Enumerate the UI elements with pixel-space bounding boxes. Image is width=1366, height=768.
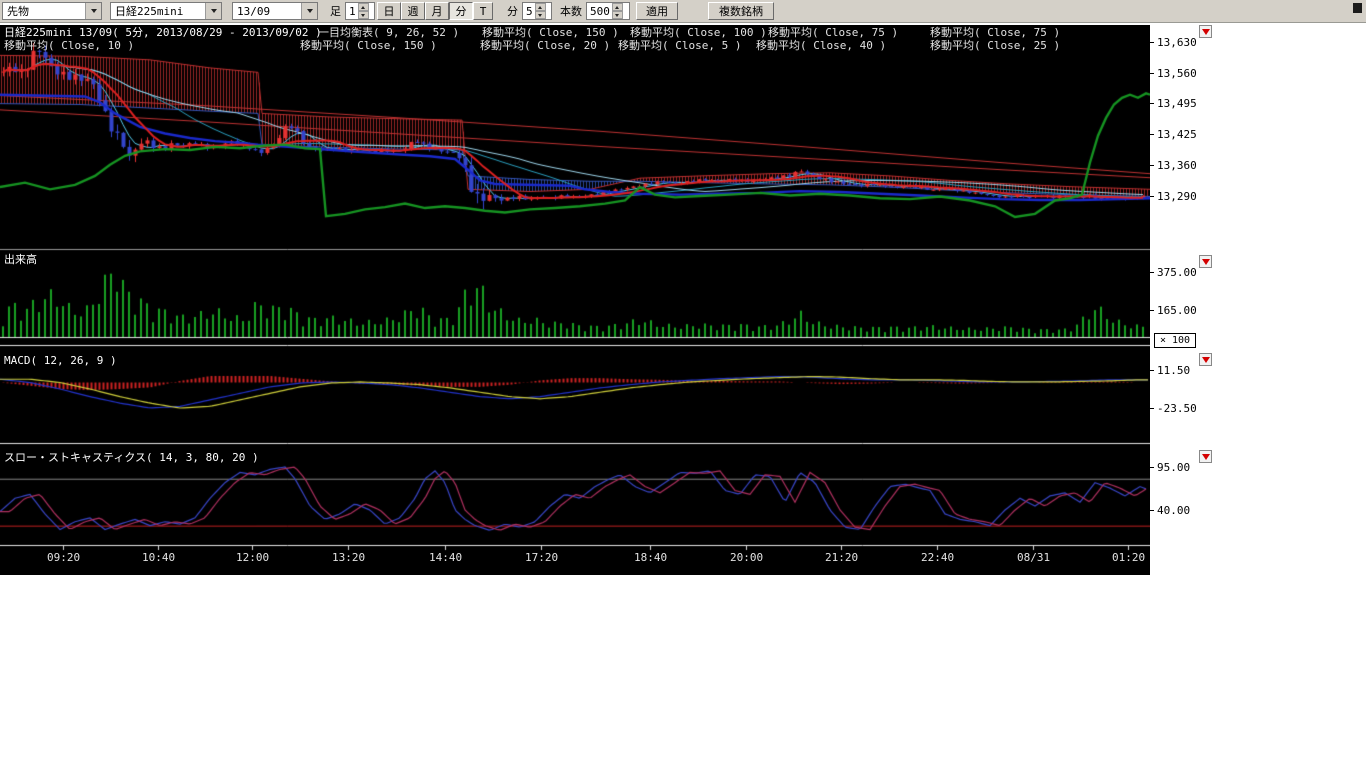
bar-count-value: 500 (590, 5, 610, 18)
contract-month-select[interactable]: 13/09 (232, 2, 318, 20)
bar-count-input[interactable]: 500 (586, 2, 630, 20)
volume-axis-label: 375.00 (1157, 266, 1197, 279)
interval-value: 1 (349, 5, 356, 18)
interval-input[interactable]: 1 (345, 2, 375, 20)
stoch-axis-label: 95.00 (1157, 461, 1190, 474)
toolbar: 先物 日経225mini 13/09 足 1 日 週 月 分 T 分 5 本数 … (0, 0, 1366, 23)
time-axis-label: 09:20 (47, 552, 80, 564)
axis-tick (1150, 510, 1154, 511)
price-axis: 13,630 13,560 13,495 13,425 13,360 13,29… (1150, 25, 1220, 575)
contract-month-select-value: 13/09 (237, 5, 270, 18)
price-axis-label: 13,425 (1157, 128, 1197, 141)
triangle-down-icon (1202, 29, 1210, 35)
series-legend: 移動平均( Close, 150 ) (482, 27, 619, 39)
stoch-pane-scroll-button[interactable] (1199, 450, 1212, 463)
axis-tick (1150, 103, 1154, 104)
bar-count-spinner[interactable] (612, 3, 623, 19)
window-corner-mark (1353, 3, 1362, 13)
series-legend: 移動平均( Close, 75 ) (768, 27, 898, 39)
axis-tick (1150, 408, 1154, 409)
price-axis-label: 13,290 (1157, 190, 1197, 203)
chevron-down-icon (85, 3, 101, 19)
time-axis-label: 12:00 (236, 552, 269, 564)
chevron-down-icon (205, 3, 221, 19)
period-minute-button[interactable]: 分 (449, 2, 473, 20)
price-axis-label: 13,360 (1157, 159, 1197, 172)
chart-canvas[interactable] (0, 25, 1150, 575)
axis-tick (1150, 165, 1154, 166)
period-tick-button[interactable]: T (473, 2, 493, 20)
time-axis-label: 20:00 (730, 552, 763, 564)
axis-tick (1150, 196, 1154, 197)
minutes-label: 分 (507, 3, 518, 19)
stochastics-pane-title: スロー・ストキャスティクス( 14, 3, 80, 20 ) (4, 452, 259, 464)
minutes-spinner[interactable] (535, 3, 546, 19)
volume-axis-label: 165.00 (1157, 304, 1197, 317)
macd-pane-scroll-button[interactable] (1199, 353, 1212, 366)
triangle-down-icon (1202, 357, 1210, 363)
chart-title: 日経225mini 13/09( 5分, 2013/08/29 - 2013/0… (4, 27, 322, 39)
time-axis-label: 08/31 (1017, 552, 1050, 564)
minutes-value: 5 (526, 5, 533, 18)
macd-multiplier-badge: × 100 (1154, 333, 1196, 348)
time-axis-label: 10:40 (142, 552, 175, 564)
axis-tick (1150, 467, 1154, 468)
time-axis-label: 22:40 (921, 552, 954, 564)
interval-spinner[interactable] (358, 3, 369, 19)
period-month-button[interactable]: 月 (425, 2, 449, 20)
period-week-button[interactable]: 週 (401, 2, 425, 20)
price-axis-label: 13,560 (1157, 67, 1197, 80)
axis-tick (1150, 73, 1154, 74)
symbol-select-value: 日経225mini (115, 3, 183, 19)
series-legend: 移動平均( Close, 40 ) (756, 40, 886, 52)
price-axis-label: 13,630 (1157, 36, 1197, 49)
series-legend: 移動平均( Close, 20 ) (480, 40, 610, 52)
bar-count-label: 本数 (560, 3, 582, 19)
category-select[interactable]: 先物 (2, 2, 102, 20)
axis-tick (1150, 134, 1154, 135)
time-axis-label: 13:20 (332, 552, 365, 564)
chevron-down-icon (301, 3, 317, 19)
series-legend: 移動平均( Close, 10 ) (4, 40, 134, 52)
period-day-button[interactable]: 日 (377, 2, 401, 20)
axis-tick (1150, 310, 1154, 311)
series-legend: 移動平均( Close, 150 ) (300, 40, 437, 52)
time-axis-label: 17:20 (525, 552, 558, 564)
multi-symbol-button[interactable]: 複数銘柄 (708, 2, 774, 20)
series-legend: 一目均衡表( 9, 26, 52 ) (318, 27, 459, 39)
macd-pane-title: MACD( 12, 26, 9 ) (4, 355, 117, 367)
triangle-down-icon (1202, 259, 1210, 265)
apply-button[interactable]: 適用 (636, 2, 678, 20)
volume-pane-title: 出来高 (4, 254, 37, 266)
series-legend: 移動平均( Close, 75 ) (930, 27, 1060, 39)
axis-tick (1150, 42, 1154, 43)
time-axis-label: 01:20 (1112, 552, 1145, 564)
triangle-down-icon (1202, 454, 1210, 460)
trading-app: 先物 日経225mini 13/09 足 1 日 週 月 分 T 分 5 本数 … (0, 0, 1366, 768)
series-legend: 移動平均( Close, 25 ) (930, 40, 1060, 52)
volume-pane-scroll-button[interactable] (1199, 255, 1212, 268)
minutes-input[interactable]: 5 (522, 2, 552, 20)
series-legend: 移動平均( Close, 100 ) (630, 27, 767, 39)
symbol-select[interactable]: 日経225mini (110, 2, 222, 20)
chart-area: 日経225mini 13/09( 5分, 2013/08/29 - 2013/0… (0, 25, 1150, 575)
series-legend: 移動平均( Close, 5 ) (618, 40, 741, 52)
axis-tick (1150, 272, 1154, 273)
axis-tick (1150, 370, 1154, 371)
category-select-value: 先物 (7, 3, 29, 19)
price-pane-scroll-button[interactable] (1199, 25, 1212, 38)
time-axis-label: 14:40 (429, 552, 462, 564)
macd-axis-label: 11.50 (1157, 364, 1190, 377)
macd-axis-label: -23.50 (1157, 402, 1197, 415)
bar-type-label: 足 (330, 3, 341, 19)
price-axis-label: 13,495 (1157, 97, 1197, 110)
time-axis-label: 21:20 (825, 552, 858, 564)
stoch-axis-label: 40.00 (1157, 504, 1190, 517)
time-axis-label: 18:40 (634, 552, 667, 564)
